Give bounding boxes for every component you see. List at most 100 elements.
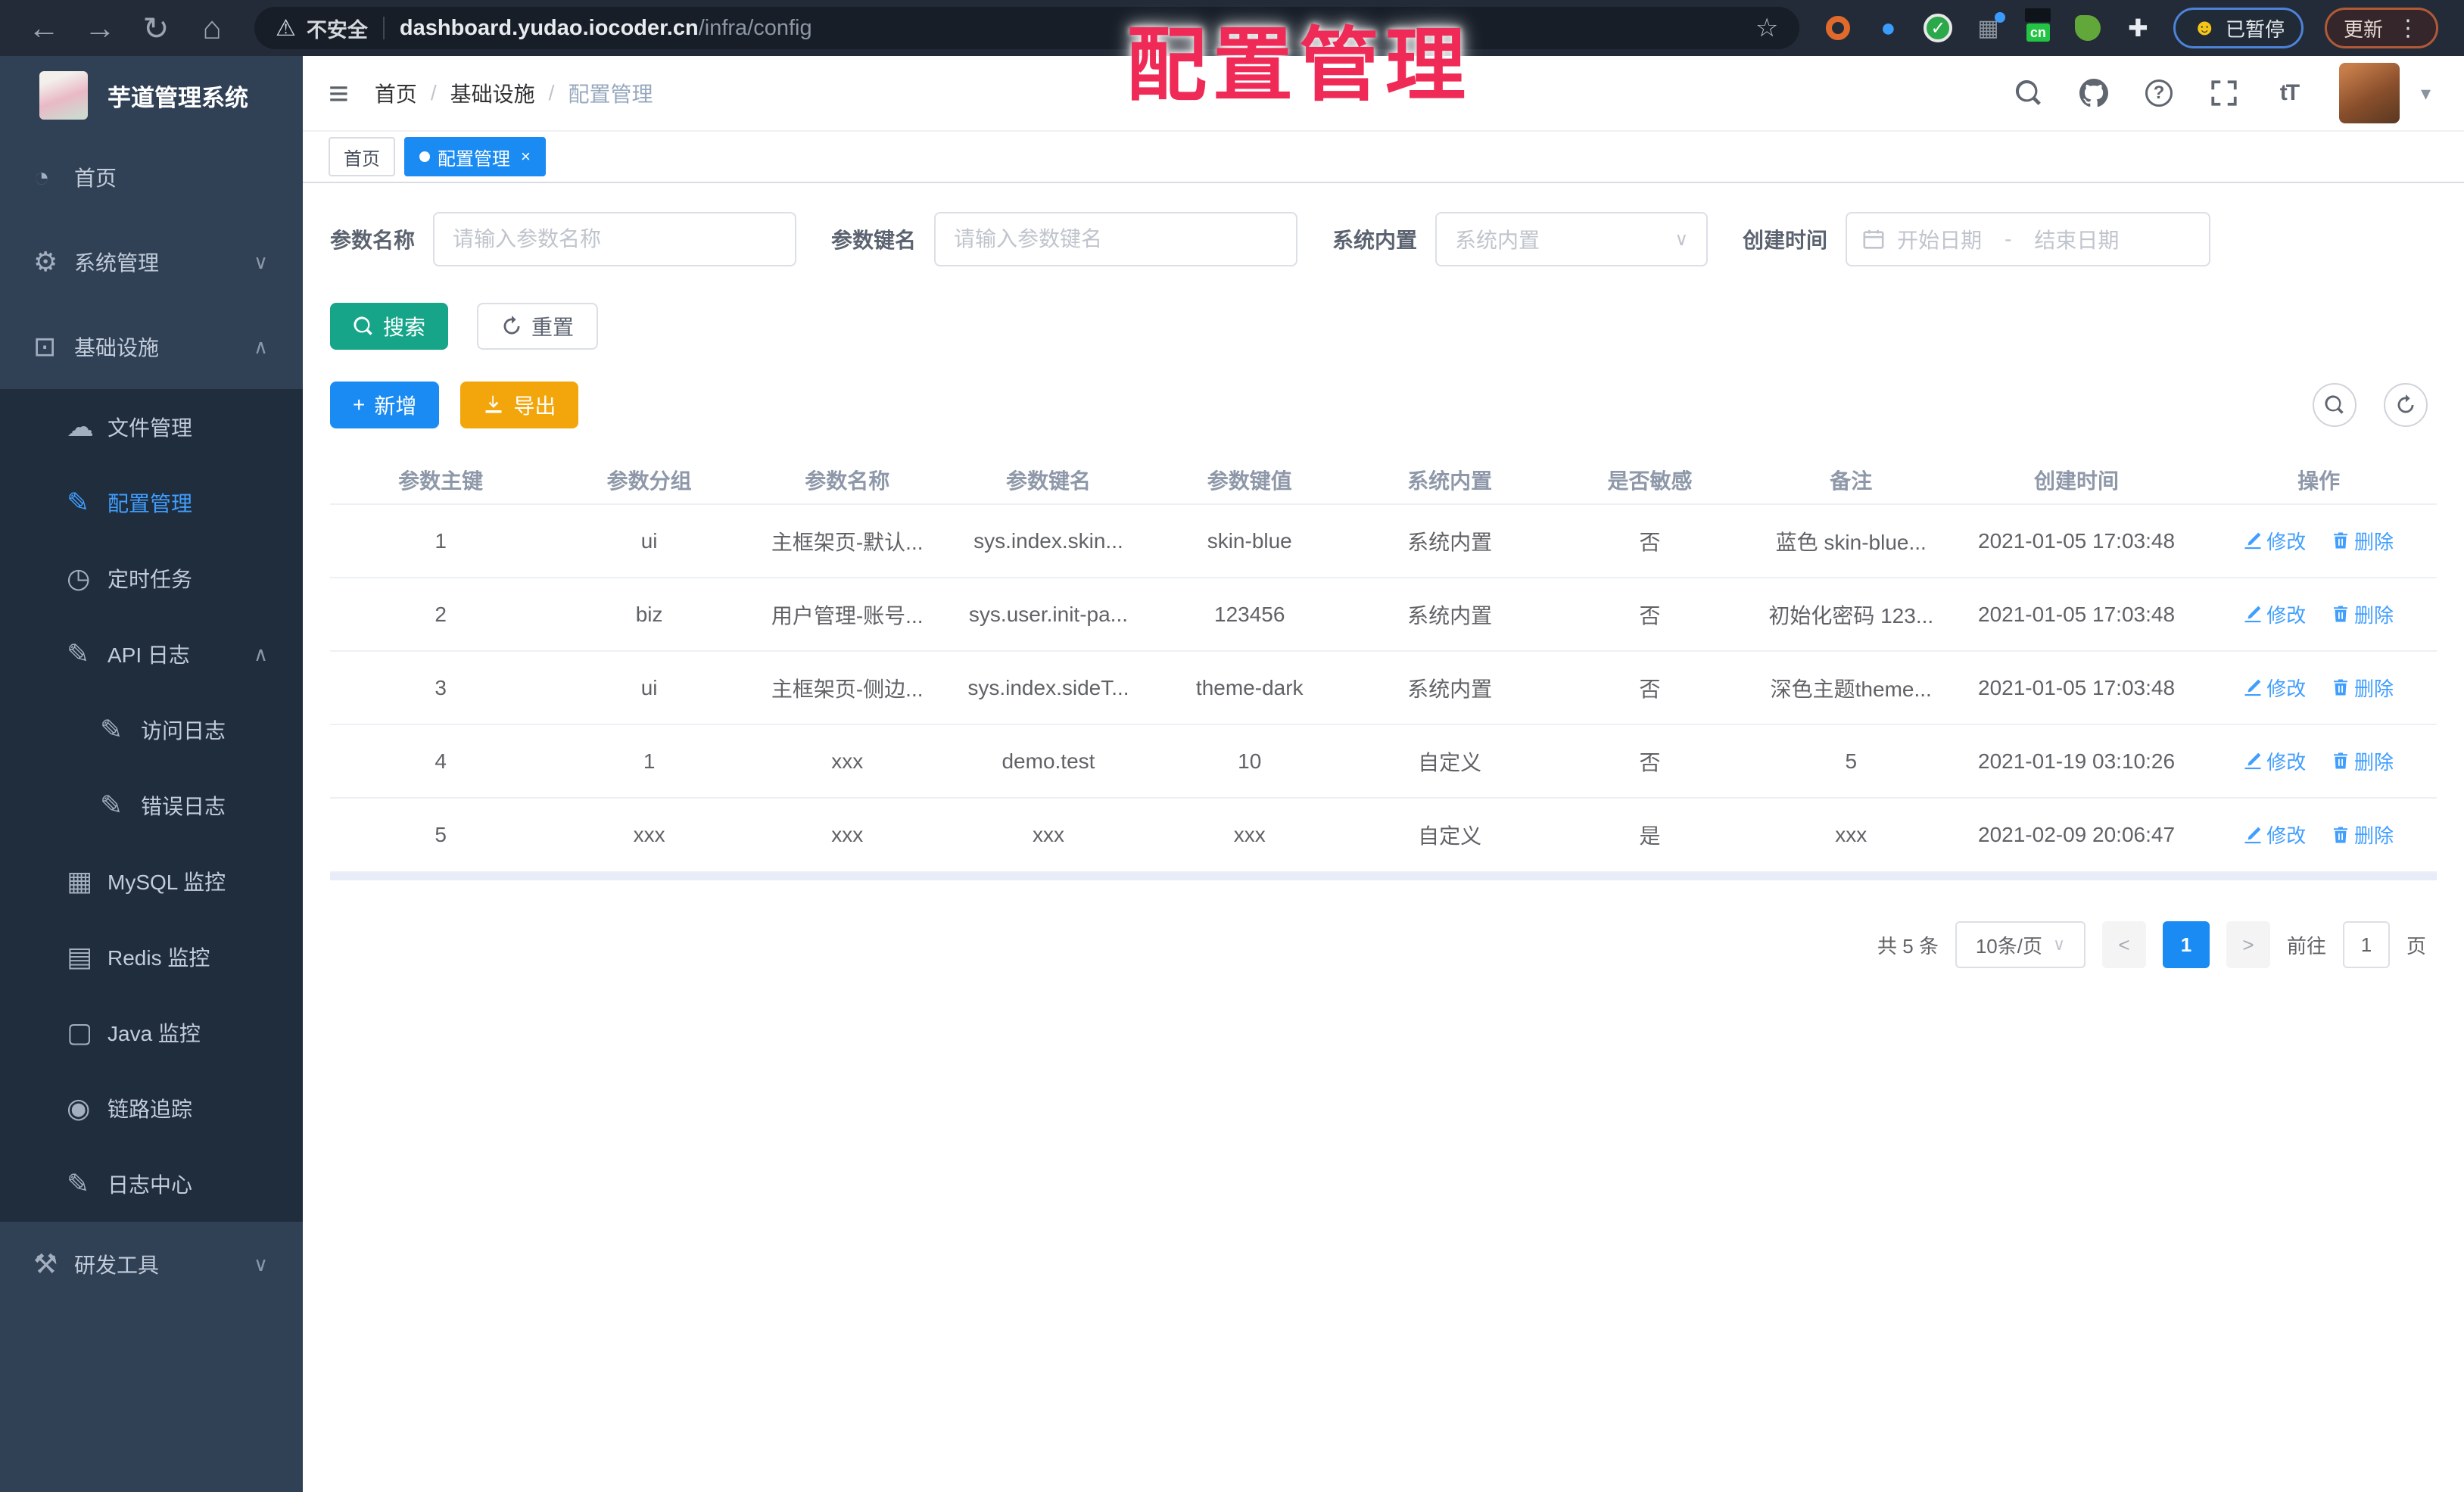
delete-link[interactable]: 删除 bbox=[2332, 600, 2394, 628]
edit-link[interactable]: 修改 bbox=[2244, 527, 2306, 555]
param-name-input[interactable] bbox=[433, 212, 797, 266]
font-size-icon[interactable]: tT bbox=[2274, 78, 2304, 108]
sidebar-item-system[interactable]: ⚙ 系统管理 ∨ bbox=[0, 220, 303, 304]
search-button[interactable]: 搜索 bbox=[330, 303, 449, 350]
extension-cn-icon[interactable]: cn bbox=[2023, 14, 2052, 42]
extension-pin-icon[interactable]: ● bbox=[1874, 14, 1902, 42]
edit-link[interactable]: 修改 bbox=[2244, 674, 2306, 702]
delete-link[interactable]: 删除 bbox=[2332, 747, 2394, 775]
divider bbox=[382, 17, 385, 39]
page-size-select[interactable]: 10条/页 ∨ bbox=[1955, 921, 2086, 968]
add-button[interactable]: + 新增 bbox=[330, 382, 440, 428]
close-icon[interactable]: × bbox=[521, 147, 531, 167]
table-tools bbox=[2313, 383, 2428, 427]
table-header-row: 参数主键 参数分组 参数名称 参数键名 参数键值 系统内置 是否敏感 备注 创建… bbox=[330, 456, 2437, 504]
table-scrollbar-track[interactable] bbox=[330, 871, 2437, 880]
sidebar-item-file-manage[interactable]: ☁ 文件管理 bbox=[0, 389, 303, 465]
param-key-label: 参数键名 bbox=[831, 229, 917, 252]
total-count: 共 5 条 bbox=[1877, 934, 1939, 958]
search-icon[interactable] bbox=[2014, 78, 2044, 108]
filter-form: 参数名称 参数键名 系统内置 系统内置 ∨ 创建时间 开始日期 - 结束日期 bbox=[330, 212, 2437, 266]
sidebar-item-java-monitor[interactable]: ▢ Java 监控 bbox=[0, 995, 303, 1070]
toggle-search-button[interactable] bbox=[2313, 383, 2357, 427]
search-icon bbox=[353, 316, 374, 337]
trash-icon bbox=[2332, 752, 2350, 770]
sidebar-item-config-manage[interactable]: ✎ 配置管理 bbox=[0, 465, 303, 540]
fullscreen-icon[interactable] bbox=[2209, 78, 2239, 108]
date-range-picker[interactable]: 开始日期 - 结束日期 bbox=[1846, 212, 2211, 266]
sidebar-item-redis-monitor[interactable]: ▤ Redis 监控 bbox=[0, 919, 303, 995]
log-icon: ✎ bbox=[67, 638, 90, 669]
table-row: 2 biz 用户管理-账号... sys.user.init-pa... 123… bbox=[330, 577, 2437, 651]
builtin-select[interactable]: 系统内置 ∨ bbox=[1435, 212, 1709, 266]
extensions-puzzle-icon[interactable]: ✚ bbox=[2123, 14, 2152, 42]
breadcrumb-home[interactable]: 首页 bbox=[375, 78, 417, 108]
java-icon: ▢ bbox=[67, 1017, 93, 1048]
col-ops: 操作 bbox=[2297, 469, 2341, 493]
extension-ring-icon[interactable] bbox=[1824, 14, 1852, 42]
page-content: 参数名称 参数键名 系统内置 系统内置 ∨ 创建时间 开始日期 - 结束日期 bbox=[303, 183, 2464, 1492]
github-icon[interactable] bbox=[2079, 78, 2109, 108]
paused-badge[interactable]: ☻ 已暂停 bbox=[2173, 8, 2304, 48]
date-start-placeholder[interactable]: 开始日期 bbox=[1897, 224, 1982, 254]
tab-home[interactable]: 首页 bbox=[329, 137, 395, 176]
sidebar-item-log-center[interactable]: ✎ 日志中心 bbox=[0, 1146, 303, 1222]
chevron-down-icon: ∨ bbox=[1674, 229, 1689, 250]
forward-icon[interactable]: → bbox=[76, 10, 124, 46]
edit-icon bbox=[2244, 678, 2262, 696]
col-param-id: 参数主键 bbox=[398, 469, 484, 493]
extensions-row: ● ✓ ▦ cn ✚ ☻ 已暂停 更新 ⋮ bbox=[1824, 8, 2438, 48]
sidebar-item-home[interactable]: ◔ 首页 bbox=[0, 135, 303, 220]
home-icon[interactable]: ⌂ bbox=[188, 10, 236, 46]
next-page-button[interactable]: > bbox=[2226, 921, 2270, 968]
back-icon[interactable]: ← bbox=[20, 10, 68, 46]
edit-link[interactable]: 修改 bbox=[2244, 600, 2306, 628]
prev-page-button[interactable]: < bbox=[2101, 921, 2146, 968]
tags-view-bar: 首页 配置管理 × bbox=[303, 132, 2464, 183]
edit-link[interactable]: 修改 bbox=[2244, 747, 2306, 775]
update-button[interactable]: 更新 ⋮ bbox=[2324, 8, 2438, 48]
reset-button[interactable]: 重置 bbox=[477, 303, 599, 350]
sidebar-item-api-log[interactable]: ✎ API 日志 ∧ bbox=[0, 616, 303, 692]
goto-page-input[interactable] bbox=[2342, 921, 2390, 968]
sidebar-item-error-log[interactable]: ✎ 错误日志 bbox=[0, 768, 303, 843]
col-param-value: 参数键值 bbox=[1207, 469, 1292, 493]
extension-monkey-icon[interactable] bbox=[2073, 14, 2102, 42]
refresh-icon bbox=[501, 316, 522, 337]
extension-check-icon[interactable]: ✓ bbox=[1924, 14, 1953, 42]
address-bar[interactable]: ⚠ 不安全 dashboard.yudao.iocoder.cn /infra/… bbox=[254, 7, 1800, 49]
trash-icon bbox=[2332, 531, 2350, 550]
current-page-button[interactable]: 1 bbox=[2162, 921, 2210, 968]
cloud-icon: ☁ bbox=[67, 411, 94, 442]
collapse-menu-icon[interactable]: ≡ bbox=[303, 73, 375, 114]
sidebar-item-infra[interactable]: ⊡ 基础设施 ∧ bbox=[0, 304, 303, 389]
date-end-placeholder[interactable]: 结束日期 bbox=[2034, 224, 2119, 254]
warning-icon: ⚠ bbox=[276, 15, 296, 41]
delete-link[interactable]: 删除 bbox=[2332, 821, 2394, 849]
refresh-table-button[interactable] bbox=[2384, 383, 2428, 427]
delete-link[interactable]: 删除 bbox=[2332, 527, 2394, 555]
avatar-caret-icon[interactable]: ▾ bbox=[2421, 82, 2431, 105]
table-row: 5 xxx xxx xxx xxx 自定义 是 xxx 2021-02-09 2… bbox=[330, 797, 2437, 871]
param-key-input[interactable] bbox=[934, 212, 1298, 266]
sidebar-item-access-log[interactable]: ✎ 访问日志 bbox=[0, 692, 303, 768]
export-button[interactable]: 导出 bbox=[460, 382, 579, 428]
delete-link[interactable]: 删除 bbox=[2332, 674, 2394, 702]
bookmark-star-icon[interactable]: ☆ bbox=[1755, 13, 1778, 43]
help-icon[interactable]: ? bbox=[2144, 78, 2174, 108]
menu-dots-icon[interactable]: ⋮ bbox=[2397, 15, 2419, 42]
table-row: 4 1 xxx demo.test 10 自定义 否 5 2021-01-19 … bbox=[330, 724, 2437, 798]
calendar-icon bbox=[1863, 229, 1884, 249]
tab-config-manage[interactable]: 配置管理 × bbox=[404, 137, 546, 176]
avatar[interactable] bbox=[2338, 63, 2400, 123]
sidebar-item-mysql-monitor[interactable]: ▦ MySQL 监控 bbox=[0, 843, 303, 919]
reload-icon[interactable]: ↻ bbox=[132, 10, 180, 47]
sidebar-item-dev-tools[interactable]: ⚒ 研发工具 ∨ bbox=[0, 1222, 303, 1307]
monitor-icon: ⊡ bbox=[33, 331, 57, 362]
breadcrumb-infra[interactable]: 基础设施 bbox=[450, 78, 535, 108]
security-label: 不安全 bbox=[306, 18, 368, 42]
sidebar-item-tracing[interactable]: ◉ 链路追踪 bbox=[0, 1070, 303, 1146]
edit-link[interactable]: 修改 bbox=[2244, 821, 2306, 849]
extension-grid-icon[interactable]: ▦ bbox=[1973, 12, 2006, 42]
sidebar-item-scheduled-tasks[interactable]: ◷ 定时任务 bbox=[0, 540, 303, 616]
